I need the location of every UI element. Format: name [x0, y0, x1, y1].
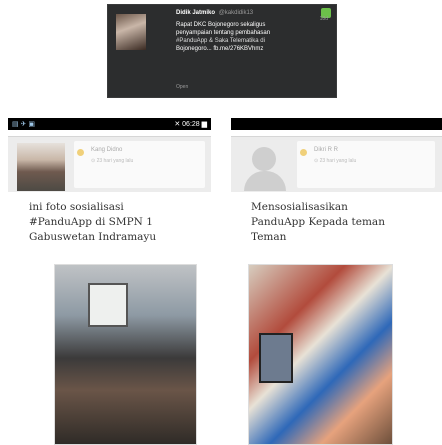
post-time: ⊙ 23 hari yang lalu — [314, 158, 357, 164]
post-caption-right: Mensosialisasikan PanduApp Kepada teman … — [251, 200, 441, 245]
tweet-line: penyampaian tentang pembahasan — [176, 30, 271, 36]
status-time: ✕ 06:28 ▆ — [174, 121, 207, 128]
caption-line: PanduApp Kepada teman — [251, 216, 385, 228]
tweet-avatar — [116, 14, 146, 50]
caption-line: #PanduApp di SMPN 1 — [29, 216, 153, 228]
clock-icon — [77, 149, 84, 156]
post-author: Kang Didno — [91, 147, 123, 153]
post-photo-classroom[interactable] — [54, 264, 197, 445]
caption-line: Gabuswetan Indramayu — [29, 231, 157, 243]
clock-icon — [300, 149, 307, 156]
avatar-placeholder-icon[interactable] — [240, 147, 290, 191]
tweet-open-button[interactable]: Open — [176, 84, 188, 90]
tweet-line: Rapat DKC Bojonegoro sekaligus — [176, 22, 266, 28]
tweet-handle: @kakdidik13 — [218, 10, 254, 16]
tweet-line: #PanduApp & Saka Telematika di — [176, 38, 265, 44]
status-bar-right — [231, 118, 442, 130]
author-photo[interactable] — [17, 143, 65, 191]
post-photo-laptop[interactable] — [248, 264, 393, 445]
tweet-header: Didik Jatmiko @kakdidik13 — [176, 10, 366, 16]
tweet-line: Bojonegoro... fb.me/276KBVhmz — [176, 46, 264, 52]
post-author-card[interactable]: Kang Didno ⊙ 23 hari yang lalu — [74, 141, 205, 188]
caption-line: Mensosialisasikan — [251, 201, 348, 213]
status-icons: ▤ ✈ ▣ — [12, 121, 35, 128]
post-author: Dikri R R — [314, 147, 338, 153]
caption-line: Teman — [251, 231, 287, 243]
post-caption-left: ini foto sosialisasi #PanduApp di SMPN 1… — [29, 200, 209, 245]
laptop-screen — [259, 333, 293, 383]
post-time: ⊙ 23 hari yang lalu — [91, 158, 134, 164]
tweet-notification[interactable]: Didik Jatmiko @kakdidik13 18d Rapat DKC … — [107, 4, 337, 98]
status-bar-left: ▤ ✈ ▣ ✕ 06:28 ▆ — [8, 118, 211, 130]
tweet-body: Rapat DKC Bojonegoro sekaligus penyampai… — [176, 21, 366, 53]
post-author-card[interactable]: Dikri R R ⊙ 23 hari yang lalu — [297, 141, 435, 188]
caption-line: ini foto sosialisasi — [29, 201, 124, 213]
tweet-author: Didik Jatmiko — [176, 10, 216, 16]
projector-screen — [88, 283, 128, 327]
